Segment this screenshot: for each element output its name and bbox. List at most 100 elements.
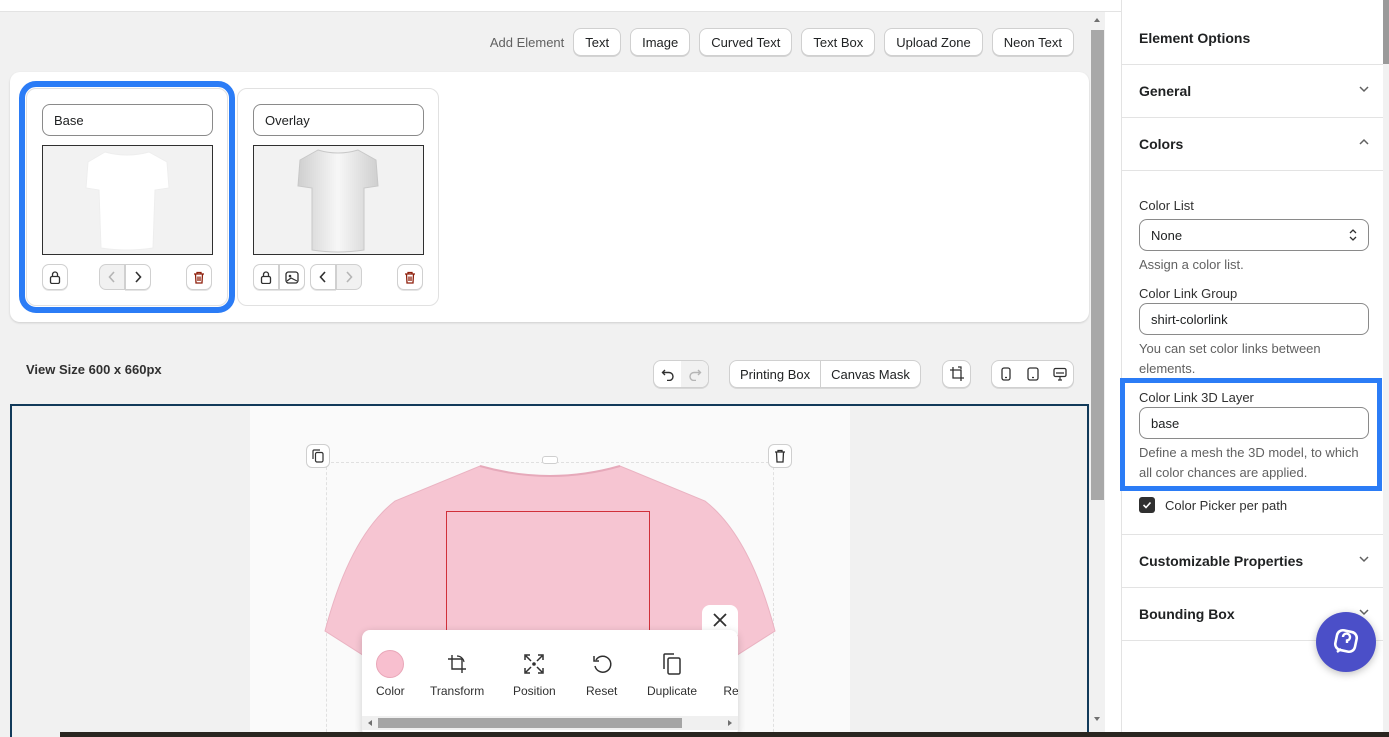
layers-card: Base Overlay <box>10 72 1089 322</box>
select-arrows-icon <box>1349 229 1357 241</box>
section-colors-title: Colors <box>1139 136 1184 152</box>
highlight-frame <box>1120 378 1382 491</box>
position-icon <box>524 654 545 674</box>
section-colors[interactable]: Colors <box>1122 117 1389 170</box>
position-tool-label: Position <box>513 684 556 698</box>
add-image-button[interactable]: Image <box>630 28 691 56</box>
add-curved-text-button[interactable]: Curved Text <box>699 28 793 56</box>
printing-area <box>446 511 650 641</box>
layer-card-overlay[interactable]: Overlay <box>237 88 439 306</box>
tablet-icon[interactable] <box>1019 361 1046 387</box>
mobile-icon[interactable] <box>992 361 1019 387</box>
canvas-mask-button[interactable]: Canvas Mask <box>820 361 920 387</box>
add-text-box-button[interactable]: Text Box <box>801 28 876 56</box>
scroll-down-icon[interactable] <box>1093 715 1101 723</box>
checkmark-icon <box>1142 501 1152 509</box>
layer-card-base[interactable]: Base <box>19 81 235 313</box>
chevron-left-icon[interactable] <box>99 264 125 290</box>
transform-icon <box>448 655 467 673</box>
add-element-bar: Add Element Text Image Curved Text Text … <box>490 28 1074 56</box>
section-bounding-box-title: Bounding Box <box>1139 606 1235 622</box>
transform-tool-label: Transform <box>430 684 485 698</box>
color-swatch <box>376 650 405 678</box>
chevron-down-icon <box>1359 556 1369 563</box>
color-link-group-value: shirt-colorlink <box>1151 311 1228 327</box>
trash-icon[interactable] <box>397 264 423 290</box>
duplicate-tool-label: Duplicate <box>647 684 698 698</box>
undo-redo-group <box>653 360 709 388</box>
close-icon <box>713 613 727 627</box>
chevron-down-icon <box>1359 86 1369 93</box>
desktop-icon[interactable] <box>1046 361 1073 387</box>
lock-icon[interactable] <box>253 264 279 290</box>
duplicate-icon <box>663 653 681 675</box>
remove-tool[interactable]: Re <box>724 650 738 698</box>
section-customizable-properties[interactable]: Customizable Properties <box>1122 534 1389 587</box>
color-picker-label: Color Picker per path <box>1165 498 1288 513</box>
delete-handle-icon[interactable] <box>768 444 792 468</box>
reset-icon <box>592 655 612 673</box>
help-chat-button[interactable] <box>1316 612 1376 672</box>
top-bar <box>0 0 1121 12</box>
image-icon[interactable] <box>279 264 305 290</box>
color-tool-label: Color <box>376 684 405 698</box>
color-list-value: None <box>1151 227 1183 243</box>
layer-name-field[interactable]: Overlay <box>253 104 424 136</box>
scrollbar-thumb[interactable] <box>1091 30 1104 500</box>
transform-tool[interactable]: Transform <box>430 650 484 698</box>
reset-tool-label: Reset <box>586 684 618 698</box>
redo-icon[interactable] <box>681 361 708 387</box>
layer-thumbnail <box>253 145 424 255</box>
color-link-group-label: Color Link Group <box>1139 286 1238 301</box>
chevron-right-icon[interactable] <box>125 264 151 290</box>
add-text-button[interactable]: Text <box>573 28 622 56</box>
scroll-right-icon[interactable] <box>726 719 734 727</box>
add-neon-text-button[interactable]: Neon Text <box>991 28 1074 56</box>
reset-tool[interactable]: Reset <box>586 650 617 698</box>
position-tool[interactable]: Position <box>513 650 556 698</box>
chevron-right-icon[interactable] <box>336 264 362 290</box>
add-upload-zone-button[interactable]: Upload Zone <box>884 28 983 56</box>
rotate-handle[interactable] <box>542 456 558 464</box>
layer-thumbnail <box>42 145 213 255</box>
scrollbar-thumb[interactable] <box>378 718 682 728</box>
white-shirt-image <box>85 151 170 251</box>
color-link-group-help: You can set color links between elements… <box>1139 341 1321 376</box>
page-scrollbar[interactable] <box>1383 0 1389 737</box>
scroll-left-icon[interactable] <box>366 719 374 727</box>
scrollbar-thumb[interactable] <box>1383 0 1389 64</box>
color-picker-checkbox[interactable] <box>1139 497 1155 513</box>
color-link-group-input[interactable]: shirt-colorlink <box>1139 303 1369 335</box>
editor-area: Add Element Text Image Curved Text Text … <box>0 12 1090 737</box>
toolbar-scrollbar[interactable] <box>362 716 738 730</box>
overlay-shirt-image <box>297 149 379 253</box>
add-element-label: Add Element <box>489 34 565 50</box>
lock-icon[interactable] <box>42 264 68 290</box>
editor-scrollbar[interactable] <box>1090 12 1105 737</box>
taskbar-strip <box>60 732 1389 737</box>
scroll-up-icon[interactable] <box>1093 16 1101 24</box>
color-list-label: Color List <box>1139 198 1194 213</box>
panel-title: Element Options <box>1139 30 1251 46</box>
duplicate-tool[interactable]: Duplicate <box>647 650 697 698</box>
color-list-select[interactable]: None <box>1139 219 1369 251</box>
help-chat-icon <box>1333 628 1359 654</box>
view-size-label: View Size 600 x 660px <box>26 362 162 377</box>
printing-box-button[interactable]: Printing Box <box>730 361 820 387</box>
crop-button[interactable] <box>942 360 971 388</box>
view-mode-group: Printing Box Canvas Mask <box>729 360 921 388</box>
color-list-help: Assign a color list. <box>1139 257 1244 272</box>
section-customizable-title: Customizable Properties <box>1139 553 1304 569</box>
device-preview-group <box>991 360 1074 388</box>
trash-icon[interactable] <box>186 264 212 290</box>
undo-icon[interactable] <box>654 361 681 387</box>
remove-tool-label: Re <box>724 684 738 698</box>
section-general-title: General <box>1139 83 1192 99</box>
layer-name-field[interactable]: Base <box>42 104 213 136</box>
section-general[interactable]: General <box>1122 64 1389 117</box>
color-tool[interactable]: Color <box>376 650 405 698</box>
divider <box>1122 170 1389 171</box>
crop-icon <box>943 361 970 387</box>
duplicate-handle-icon[interactable] <box>306 444 330 468</box>
chevron-left-icon[interactable] <box>310 264 336 290</box>
